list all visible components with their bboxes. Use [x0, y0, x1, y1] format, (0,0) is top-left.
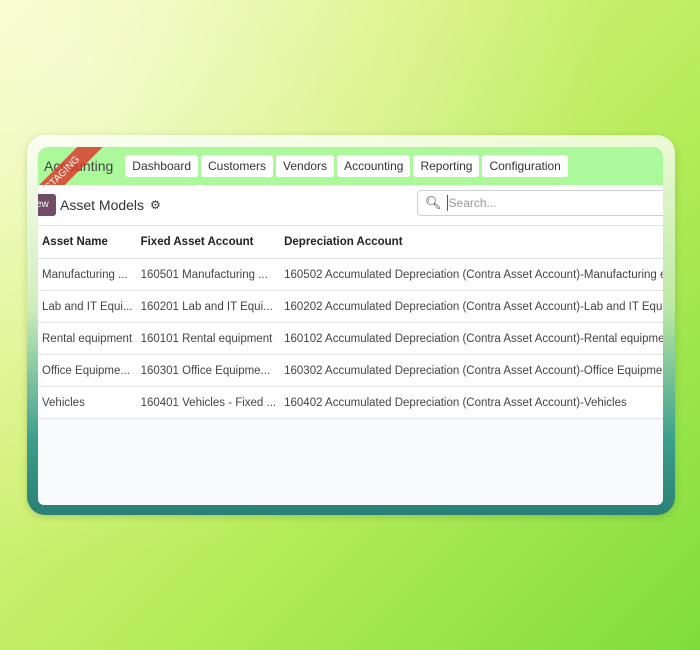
search-icon[interactable]: 🔍︎	[425, 195, 442, 211]
column-depreciation-account[interactable]: Depreciation Account	[280, 225, 663, 259]
asset-models-table: Asset Name Fixed Asset Account Depreciat…	[38, 225, 663, 419]
fixed-asset-account-cell[interactable]: 160201 Lab and IT Equi...	[136, 290, 281, 323]
tab-accounting[interactable]: Accounting	[337, 155, 411, 177]
control-panel: ew Asset Models ⚙ 🔍︎	[38, 185, 663, 225]
column-fixed-asset-account[interactable]: Fixed Asset Account	[136, 225, 281, 259]
tab-vendors[interactable]: Vendors	[276, 155, 335, 177]
search-box: 🔍︎	[417, 190, 663, 216]
depreciation-account-cell[interactable]: 160102 Accumulated Depreciation (Contra …	[280, 322, 663, 355]
asset-name-cell[interactable]: Vehicles	[38, 386, 137, 419]
app-window: Accounting Dashboard Customers Vendors A…	[38, 147, 663, 505]
fixed-asset-account-cell[interactable]: 160101 Rental equipment	[136, 322, 281, 355]
fixed-asset-account-cell[interactable]: 160401 Vehicles - Fixed ...	[136, 386, 281, 419]
depreciation-account-cell[interactable]: 160202 Accumulated Depreciation (Contra …	[280, 290, 663, 323]
tab-dashboard[interactable]: Dashboard	[125, 155, 198, 177]
depreciation-account-cell[interactable]: 160402 Accumulated Depreciation (Contra …	[280, 386, 663, 419]
asset-name-cell[interactable]: Lab and IT Equi...	[38, 290, 137, 323]
table-row[interactable]: Vehicles 160401 Vehicles - Fixed ... 16040…	[38, 386, 663, 419]
fixed-asset-account-cell[interactable]: 160501 Manufacturing ...	[136, 258, 281, 291]
table-row[interactable]: Manufacturing ... 160501 Manufacturing ..…	[38, 258, 663, 291]
table-row[interactable]: Rental equipment 160101 Rental equipment 1…	[38, 322, 663, 355]
top-nav: Accounting Dashboard Customers Vendors A…	[38, 147, 663, 185]
depreciation-account-cell[interactable]: 160302 Accumulated Depreciation (Contra …	[280, 354, 663, 387]
asset-name-cell[interactable]: Office Equipme...	[38, 354, 137, 387]
fixed-asset-account-cell[interactable]: 160301 Office Equipme...	[136, 354, 281, 387]
depreciation-account-cell[interactable]: 160502 Accumulated Depreciation (Contra …	[280, 258, 663, 291]
table-header: Asset Name Fixed Asset Account Depreciat…	[38, 225, 663, 259]
page-title: Asset Models	[60, 197, 145, 213]
tab-configuration[interactable]: Configuration	[482, 155, 568, 177]
asset-name-cell[interactable]: Manufacturing ...	[38, 258, 137, 291]
app-icon: ew	[38, 194, 56, 216]
tab-customers[interactable]: Customers	[201, 155, 274, 177]
table-row[interactable]: Office Equipme... 160301 Office Equipme..…	[38, 354, 663, 387]
search-input[interactable]	[446, 195, 651, 211]
gear-icon[interactable]: ⚙	[150, 198, 161, 212]
tab-reporting[interactable]: Reporting	[413, 155, 480, 177]
column-asset-name[interactable]: Asset Name	[38, 225, 137, 259]
asset-name-cell[interactable]: Rental equipment	[38, 322, 137, 355]
table-row[interactable]: Lab and IT Equi... 160201 Lab and IT Equi…	[38, 290, 663, 323]
